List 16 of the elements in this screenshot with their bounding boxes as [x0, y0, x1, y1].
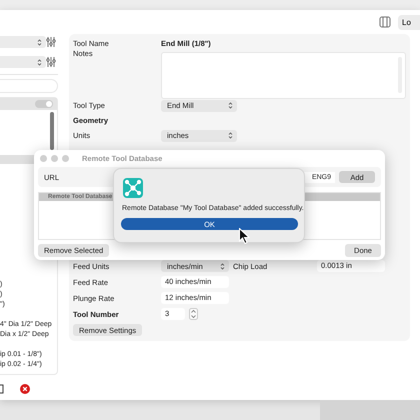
up-down-chevron-icon: [228, 132, 233, 140]
up-down-chevron-icon: [220, 262, 225, 270]
notes-field[interactable]: [161, 52, 406, 99]
scrollbar[interactable]: [50, 112, 54, 150]
toggle-switch[interactable]: [35, 100, 53, 108]
sliders-icon[interactable]: [46, 57, 56, 67]
stepper-icon[interactable]: [189, 308, 198, 320]
up-down-chevron-icon: [228, 102, 233, 110]
delete-icon[interactable]: [20, 384, 30, 394]
sidebar-icon[interactable]: [379, 16, 391, 28]
network-icon: [123, 178, 143, 198]
up-down-chevron-icon: [37, 38, 42, 46]
toolbar-button[interactable]: Lo: [398, 14, 420, 30]
up-down-chevron-icon: [37, 58, 42, 66]
sliders-icon[interactable]: [46, 37, 56, 47]
mouse-pointer-icon: [239, 228, 250, 244]
